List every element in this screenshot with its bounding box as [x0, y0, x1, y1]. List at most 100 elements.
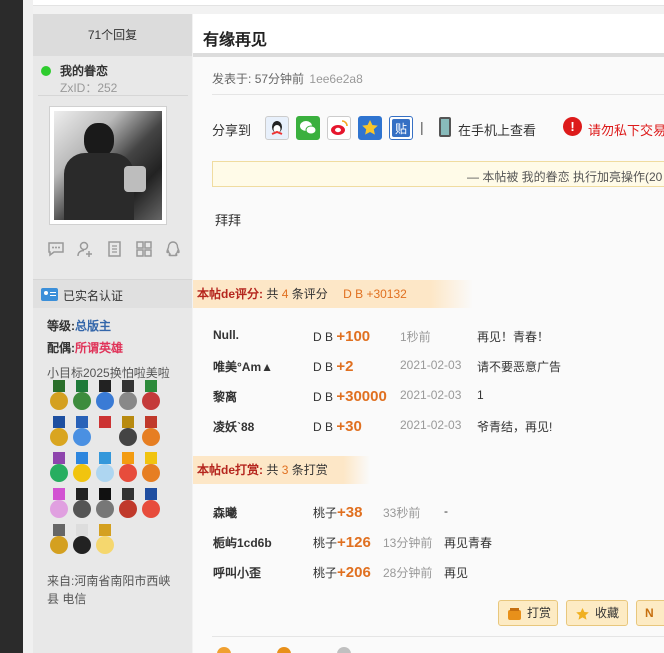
- medal-icon[interactable]: [141, 452, 161, 485]
- wechat-icon[interactable]: [296, 116, 320, 140]
- id-card-icon: [41, 288, 58, 301]
- ratings-user[interactable]: 唯美°Am▲: [213, 358, 273, 375]
- ratings-total: D B +30132: [343, 287, 407, 301]
- author-spouse: 配偶:所谓英雄: [47, 339, 123, 356]
- ratings-header: 本帖de评分: 共 4 条评分 D B +30132: [193, 280, 473, 308]
- tips-amount: 桃子+126: [313, 534, 371, 551]
- ratings-reason: 1: [477, 388, 484, 402]
- tieba-icon[interactable]: 贴: [389, 116, 413, 140]
- ratings-summary-suffix: 条评分: [291, 287, 328, 301]
- avatar[interactable]: [49, 106, 167, 225]
- share-label: 分享到: [212, 123, 252, 138]
- footer-icon[interactable]: [277, 647, 291, 653]
- ratings-row: 凌妖ˋ88 D B +30 2021-02-03 爷青结，再见!: [193, 410, 664, 440]
- qzone-icon[interactable]: [358, 116, 382, 140]
- ratings-time: 2021-02-03: [400, 418, 462, 432]
- favorite-button[interactable]: 收藏: [566, 600, 628, 626]
- ratings-row: Null. D B +100 1秒前 再见！青春！: [193, 320, 664, 350]
- separator: |: [420, 119, 424, 135]
- tips-user[interactable]: 森曦: [213, 504, 237, 521]
- medal-icon[interactable]: [95, 524, 115, 557]
- mobile-phone-icon[interactable]: [439, 117, 451, 137]
- medal-icon[interactable]: [49, 452, 69, 485]
- medal-icon[interactable]: [72, 452, 92, 485]
- post-title-bar: 有缘再见: [193, 14, 664, 57]
- qq-icon[interactable]: [265, 116, 289, 140]
- medal-icon[interactable]: [95, 416, 115, 449]
- ratings-reason: 请不要恶意广告: [477, 360, 562, 374]
- author-sidebar: 71个回复 我的眷恋 ZxID：252 已实名认证 等级:总版主 配偶:所谓英雄…: [33, 14, 192, 653]
- medal-icon[interactable]: [49, 416, 69, 449]
- medal-icon[interactable]: [72, 488, 92, 521]
- tip-button-label: 打赏: [527, 606, 552, 620]
- star-icon: [575, 606, 590, 621]
- ratings-row: 黎离 D B +30000 2021-02-03 1: [193, 380, 664, 410]
- spouse-value[interactable]: 所谓英雄: [75, 341, 123, 355]
- medal-icon[interactable]: [95, 488, 115, 521]
- ratings-unit: D B: [313, 420, 337, 434]
- author-name[interactable]: 我的眷恋: [60, 62, 108, 79]
- weibo-icon[interactable]: [327, 116, 351, 140]
- medal-icon[interactable]: [49, 524, 69, 557]
- favorite-button-label: 收藏: [595, 606, 620, 620]
- add-user-icon[interactable]: [76, 240, 94, 258]
- medal-icon[interactable]: [141, 488, 161, 521]
- medal-icon[interactable]: [72, 380, 92, 413]
- ratings-value: +100: [336, 328, 371, 345]
- medal-icon[interactable]: [118, 452, 138, 485]
- ratings-user[interactable]: 黎离: [213, 388, 237, 405]
- avatar-image: [54, 111, 162, 220]
- medal-icon[interactable]: [141, 416, 161, 449]
- tips-unit: 桃子: [313, 506, 338, 520]
- tips-summary-suffix: 条打赏: [291, 463, 328, 477]
- ratings-count: 4: [281, 287, 289, 301]
- footer-icon[interactable]: [217, 647, 231, 653]
- footer-icon[interactable]: [337, 647, 351, 653]
- warning-icon: !: [563, 117, 582, 136]
- qq-icon[interactable]: [164, 240, 182, 258]
- author-motto: 小目标2025换怕啦美啦: [47, 366, 170, 380]
- medal-icon[interactable]: [72, 416, 92, 449]
- tip-button[interactable]: 打赏: [498, 600, 558, 626]
- left-dark-edge: [0, 0, 23, 653]
- tips-user[interactable]: 呼叫小歪: [213, 564, 261, 581]
- realname-verified: 已实名认证: [33, 280, 192, 308]
- trade-warning: 请勿私下交易: [588, 123, 664, 138]
- tips-amount: 桃子+206: [313, 564, 371, 581]
- ratings-amount: D B +30000: [313, 388, 387, 405]
- post-hash: 1ee6e2a8: [309, 72, 363, 86]
- post-main: 有缘再见 发表于: 57分钟前 1ee6e2a8 分享到 贴 | 在手机上查看 …: [193, 14, 664, 653]
- medal-icon[interactable]: [118, 488, 138, 521]
- ratings-unit: D B: [313, 330, 337, 344]
- tips-count: 3: [281, 463, 289, 477]
- ratings-user[interactable]: Null.: [213, 328, 239, 342]
- document-icon[interactable]: [106, 240, 124, 258]
- post-title: 有缘再见: [203, 32, 268, 49]
- realname-label: 已实名认证: [63, 289, 124, 303]
- ratings-time: 1秒前: [400, 330, 431, 344]
- medal-icon[interactable]: [141, 380, 161, 413]
- medal-icon[interactable]: [118, 416, 138, 449]
- tips-unit: 桃子: [313, 566, 338, 580]
- tips-reason: 再见: [444, 566, 469, 580]
- grid-icon[interactable]: [135, 240, 153, 258]
- chat-icon[interactable]: [47, 240, 65, 258]
- medal-wall: [49, 380, 161, 557]
- view-on-mobile-link[interactable]: 在手机上查看: [458, 120, 536, 139]
- medal-icon[interactable]: [118, 380, 138, 413]
- medal-icon[interactable]: [95, 452, 115, 485]
- tips-header: 本帖de打赏: 共 3 条打赏: [193, 456, 370, 484]
- medal-icon[interactable]: [72, 524, 92, 557]
- more-action-label: N: [645, 606, 654, 620]
- moderation-notice: — 本帖被 我的眷恋 执行加亮操作(20: [212, 161, 664, 187]
- medal-icon[interactable]: [95, 380, 115, 413]
- tips-user[interactable]: 栀屿1cd6b: [213, 534, 272, 551]
- ratings-time: 2021-02-03: [400, 358, 462, 372]
- ratings-user[interactable]: 凌妖ˋ88: [213, 418, 254, 435]
- ratings-time: 2021-02-03: [400, 388, 462, 402]
- divider: [212, 94, 664, 95]
- medal-icon[interactable]: [49, 380, 69, 413]
- level-value: 总版主: [75, 319, 112, 333]
- medal-icon[interactable]: [49, 488, 69, 521]
- more-action-button[interactable]: N: [636, 600, 664, 626]
